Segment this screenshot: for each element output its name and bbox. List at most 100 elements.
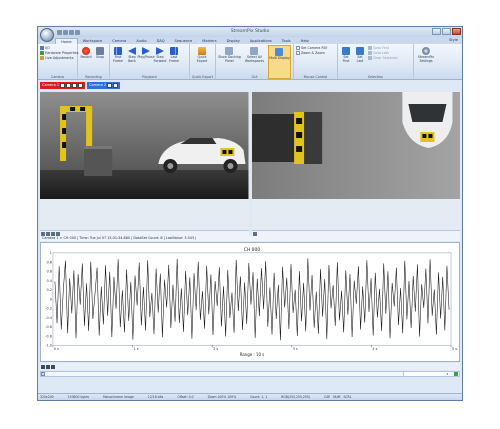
gear-icon — [422, 47, 430, 55]
channel-dropdown[interactable]: ▾ — [403, 372, 449, 376]
playback-group: First Frame Step Back Play/Pause Step Fo… — [110, 44, 190, 79]
camera-1-view[interactable] — [40, 92, 249, 237]
live-adjustments-button[interactable]: Live Adjustments — [40, 56, 79, 60]
status-resolution: 320x240 — [40, 395, 54, 399]
status-scrl: SCRL — [343, 395, 352, 399]
streampix-settings-button[interactable]: StreamPix Settings — [416, 45, 436, 79]
y-tick-label: 1 — [50, 251, 52, 255]
checkbox-icon — [296, 46, 300, 50]
step-forward-button[interactable]: Step Forward — [154, 45, 166, 79]
clear-icon — [368, 56, 372, 60]
multi-display-button[interactable]: Multi Display — [267, 45, 291, 79]
goto-last-icon — [368, 51, 372, 55]
set-first-icon — [342, 47, 350, 55]
hardware-properties-button[interactable]: Hardware Properties — [40, 51, 79, 55]
camera-tab-strip: Camera 1 Camera 2 — [38, 80, 462, 89]
mouse-control-group: Set Camera ROI Zoom & Zoom Mouse Control — [294, 44, 338, 79]
waveform-chart[interactable]: CH 000 1 0.8 0.6 0.4 0.2 0 -0.2 -0.4 -0.6 -0.8 -1.0… — [40, 242, 460, 362]
goto-last-button[interactable]: Goto Last — [368, 51, 398, 55]
minimize-button[interactable] — [432, 28, 441, 35]
chart-tool-icon[interactable] — [41, 364, 45, 369]
set-last-icon — [356, 47, 364, 55]
quick-export-button[interactable]: Quick Export — [192, 45, 212, 79]
chart-tool-icon[interactable] — [46, 364, 50, 369]
camera-group: I/O Hardware Properties Live Adjustments… — [38, 44, 79, 79]
hardware-icon — [40, 51, 44, 55]
play-icon — [142, 47, 150, 55]
y-tick-label: -0.8 — [45, 334, 52, 338]
window-title: StreamPix Studio — [230, 29, 270, 34]
record-button[interactable]: Record — [80, 45, 92, 79]
x-tick-label: 3 s — [293, 347, 298, 351]
camera-2-image — [251, 92, 460, 199]
x-tick-label: 0 s — [54, 347, 59, 351]
snap-button[interactable]: Snap — [94, 45, 106, 79]
camera-tool-icon[interactable] — [60, 83, 66, 88]
crash-test-scene-top — [251, 92, 460, 199]
goto-first-button[interactable]: Goto First — [368, 46, 398, 50]
camera-tool-icon[interactable] — [107, 83, 113, 88]
step-back-button[interactable]: Step Back — [126, 45, 138, 79]
camera-tool-icon[interactable] — [72, 83, 78, 88]
style-menu[interactable]: Style — [449, 38, 458, 42]
group-label: Camera — [51, 75, 64, 79]
clear-selection-button[interactable]: Clear Selection — [368, 56, 398, 60]
y-tick-label: -0.6 — [45, 325, 52, 329]
status-count: Count: 1, 1 — [250, 395, 268, 399]
waveform-plot: CH 000 1 0.8 0.6 0.4 0.2 0 -0.2 -0.4 -0.6 -0.8 -1.0… — [45, 247, 457, 357]
set-camera-roi-checkbox[interactable]: Set Camera ROI — [296, 46, 327, 50]
io-button[interactable]: I/O — [40, 46, 79, 50]
x-tick-label: 5 s — [452, 347, 457, 351]
group-label: GUI — [251, 75, 258, 79]
camera-tool-icon[interactable] — [113, 83, 119, 88]
y-tick-label: 0.4 — [47, 279, 52, 283]
channel-info-line: Camera 1 > CH 000 | Time: Tue Jul 07 15:… — [40, 236, 460, 241]
quick-export-group: Quick Export Quick Export — [190, 44, 216, 79]
chart-toolbar — [40, 363, 460, 370]
status-num: NUM — [333, 395, 341, 399]
camera-tool-icon[interactable] — [66, 83, 72, 88]
set-first-button[interactable]: Set First — [340, 45, 352, 79]
docking-panel-icon — [225, 47, 234, 55]
status-cap: CAP — [324, 395, 331, 399]
group-label: Quick Export — [191, 75, 214, 79]
record-icon — [82, 47, 90, 55]
zoom-checkbox[interactable]: Zoom & Zoom — [296, 51, 327, 55]
maximize-button[interactable] — [442, 28, 451, 35]
status-rgb: RGB(255,255,255) — [281, 395, 311, 399]
title-bar: StreamPix Studio — [38, 27, 462, 42]
last-frame-icon — [170, 47, 178, 55]
group-label: Mouse Control — [303, 75, 328, 79]
scrollbar-thumb[interactable] — [41, 372, 45, 376]
camera-1-image — [40, 92, 249, 199]
timeline-scrollbar[interactable]: ▾ — [40, 371, 460, 377]
chart-tool-icon[interactable] — [51, 364, 55, 369]
camera-views — [40, 92, 460, 237]
close-button[interactable] — [452, 28, 461, 35]
camera-tool-icon[interactable] — [78, 83, 84, 88]
first-frame-button[interactable]: First Frame — [112, 45, 124, 79]
status-bar: 320x240 153600 bytes Monochrome Image 12… — [38, 393, 462, 400]
group-label: Selection — [367, 75, 384, 79]
last-frame-button[interactable]: Last Frame — [168, 45, 180, 79]
camera-2-view[interactable] — [251, 92, 460, 237]
camera-2-tab[interactable]: Camera 2 — [87, 82, 121, 89]
status-bytes: 153600 bytes — [67, 395, 89, 399]
settings-group: StreamPix Settings — [414, 44, 438, 79]
show-docking-panel-button[interactable]: Show Docking Panel — [218, 45, 241, 79]
y-tick-label: -0.4 — [45, 316, 52, 320]
first-frame-icon — [114, 47, 122, 55]
io-icon — [40, 46, 44, 50]
crash-test-scene-side — [40, 92, 249, 199]
camera-1-tab[interactable]: Camera 1 — [40, 82, 86, 89]
select-all-workspaces-button[interactable]: Select All Workspaces — [243, 45, 266, 79]
y-tick-label: -0.2 — [45, 307, 52, 311]
multi-display-icon — [275, 48, 284, 56]
application-menu-button[interactable] — [40, 28, 54, 42]
y-tick-label: 0.8 — [47, 260, 52, 264]
status-offset: Offset: 0.0 — [177, 395, 194, 399]
workspace-area: Camera 1 Camera 2 Camera 1 > CH 000 | Ti… — [38, 80, 462, 393]
set-last-button[interactable]: Set Last — [354, 45, 366, 79]
check-icon[interactable] — [454, 372, 458, 376]
play-pause-button[interactable]: Play/Pause — [137, 45, 155, 79]
